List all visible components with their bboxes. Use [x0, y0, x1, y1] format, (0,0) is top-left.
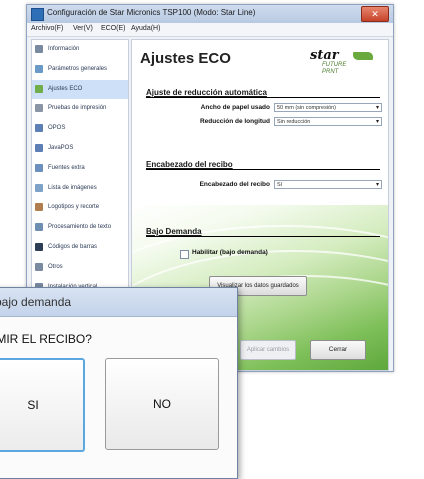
- sidebar-item-label: Ajustes ECO: [48, 85, 83, 92]
- sidebar-item-label: Información: [48, 46, 80, 52]
- length-reduction-value: Sin reducción: [277, 119, 311, 125]
- length-reduction-label: Reducción de longitud: [199, 118, 270, 125]
- section-divider: [146, 97, 380, 98]
- sidebar-item-label: Otros: [48, 263, 63, 270]
- menu-bar: Archivo(F) Ver(V) ECO(E) Ayuda(H): [27, 23, 393, 37]
- misc-icon: [35, 262, 43, 271]
- sidebar-item-label: Pruebas de impresión: [48, 105, 107, 112]
- apply-changes-button[interactable]: Aplicar cambios: [240, 340, 296, 360]
- text-icon: [35, 223, 43, 232]
- logo-subtitle-2: PRNT: [322, 69, 339, 75]
- on-demand-checkbox[interactable]: [180, 250, 189, 259]
- paper-width-label: Ancho de papel usado: [200, 104, 270, 111]
- sidebar-item-label: Parámetros generales: [48, 65, 108, 72]
- sidebar-item-opos[interactable]: OPOS: [32, 119, 128, 139]
- font-icon: [35, 163, 43, 172]
- section-title-receipt-header: Encabezado del recibo: [146, 160, 233, 169]
- sidebar-item-label: OPOS: [48, 125, 66, 132]
- sidebar-item-logotipos[interactable]: Logotipos y recorte: [32, 198, 128, 218]
- sidebar-item-barras[interactable]: Códigos de barras: [32, 238, 128, 258]
- logo-icon: [35, 203, 43, 212]
- sidebar-item-pruebas[interactable]: Pruebas de impresión: [32, 99, 128, 119]
- menu-ayuda[interactable]: Ayuda(H): [131, 25, 160, 32]
- sidebar-item-ajustes-eco[interactable]: Ajustes ECO: [32, 79, 128, 100]
- logo-word: star: [310, 48, 339, 63]
- sidebar-item-label: Logotipos y recorte: [48, 204, 100, 211]
- info-icon: [35, 45, 43, 53]
- menu-eco[interactable]: ECO(E): [101, 25, 126, 32]
- chevron-down-icon: ▾: [375, 119, 379, 125]
- sidebar-item-parametros[interactable]: Parámetros generales: [32, 60, 128, 80]
- paper-width-value: 50 mm (sin compresión): [277, 105, 336, 111]
- page-title: Ajustes ECO: [140, 50, 231, 67]
- section-divider: [146, 169, 380, 170]
- paper-width-select[interactable]: 50 mm (sin compresión) ▾: [274, 103, 382, 112]
- sidebar-item-informacion[interactable]: Información: [32, 40, 128, 60]
- no-button[interactable]: NO: [105, 358, 219, 450]
- sidebar-item-otros[interactable]: Otros: [32, 258, 128, 278]
- close-button[interactable]: Cerrar: [310, 340, 366, 360]
- sidebar-item-javapos[interactable]: JavaPOS: [32, 139, 128, 159]
- menu-ver[interactable]: Ver(V): [73, 25, 93, 32]
- star-logo: star FUTURE PRNT: [308, 48, 376, 78]
- on-demand-checkbox-label: Habilitar (bajo demanda): [192, 249, 268, 256]
- app-icon: [31, 8, 44, 21]
- sidebar-item-fuentes[interactable]: Fuentes extra: [32, 159, 128, 179]
- sidebar-item-label: JavaPOS: [48, 144, 74, 151]
- logo-subtitle: FUTURE: [322, 62, 347, 68]
- section-title-auto-reduction: Ajuste de reducción automática: [146, 88, 267, 97]
- sidebar-item-label: Códigos de barras: [48, 243, 98, 250]
- logo-swoosh-icon: [350, 52, 376, 60]
- dialog-title-bar: bajo demanda: [0, 288, 237, 317]
- section-divider: [146, 236, 380, 237]
- length-reduction-select[interactable]: Sin reducción ▾: [274, 117, 382, 126]
- sidebar-item-imagenes[interactable]: Lista de imágenes: [32, 179, 128, 199]
- section-title-on-demand: Bajo Demanda: [146, 227, 202, 236]
- chevron-down-icon: ▾: [375, 105, 379, 111]
- sidebar-item-texto[interactable]: Procesamiento de texto: [32, 218, 128, 238]
- title-bar: Configuración de Star Micronics TSP100 (…: [27, 5, 393, 23]
- menu-archivo[interactable]: Archivo(F): [31, 25, 63, 32]
- on-demand-dialog: bajo demanda IMIR EL RECIBO? SI NO: [0, 287, 238, 479]
- settings-icon: [35, 64, 43, 73]
- dialog-question: IMIR EL RECIBO?: [0, 332, 92, 346]
- window-title: Configuración de Star Micronics TSP100 (…: [47, 8, 256, 17]
- receipt-header-select[interactable]: Sí ▾: [274, 180, 382, 189]
- opos-icon: [35, 124, 43, 133]
- sidebar-item-label: Procesamiento de texto: [48, 224, 112, 231]
- printer-icon: [35, 104, 43, 113]
- close-window-button[interactable]: ✕: [361, 6, 389, 22]
- sidebar-item-label: Fuentes extra: [48, 164, 85, 171]
- image-icon: [35, 183, 43, 192]
- barcode-icon: [35, 242, 43, 251]
- receipt-header-value: Sí: [277, 182, 283, 188]
- chevron-down-icon: ▾: [375, 182, 379, 188]
- yes-button[interactable]: SI: [0, 358, 85, 452]
- dialog-title: bajo demanda: [0, 295, 72, 309]
- receipt-header-label: Encabezado del recibo: [199, 181, 270, 188]
- java-icon: [35, 143, 43, 152]
- eco-icon: [35, 84, 43, 93]
- sidebar-item-label: Lista de imágenes: [48, 184, 97, 191]
